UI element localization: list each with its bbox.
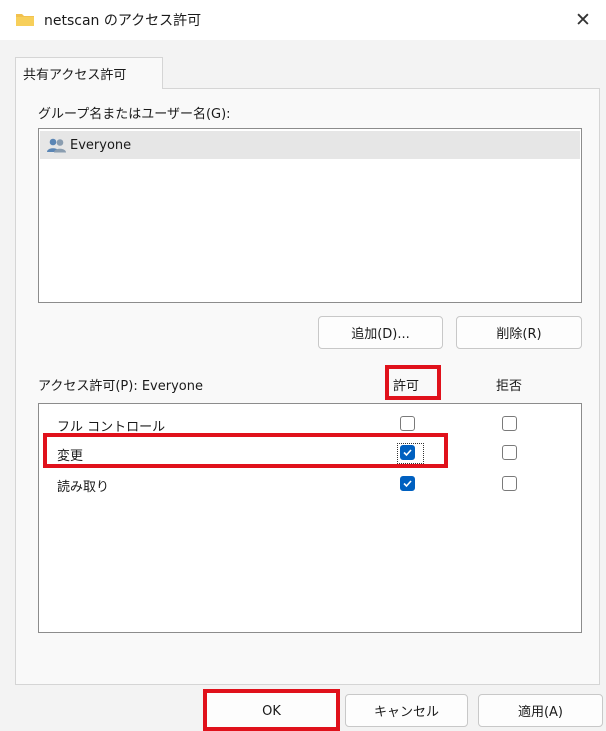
- list-item-everyone[interactable]: Everyone: [40, 131, 580, 159]
- deny-header: 拒否: [496, 379, 523, 394]
- list-item-label: Everyone: [70, 137, 132, 153]
- permission-label: フル コントロール: [57, 420, 166, 435]
- tab-label: 共有アクセス許可: [23, 68, 127, 83]
- permission-label: 変更: [57, 449, 84, 464]
- permission-label: 読み取り: [57, 480, 110, 495]
- close-icon: ✕: [575, 9, 591, 31]
- remove-button[interactable]: 削除(R): [456, 316, 582, 349]
- permissions-list[interactable]: フル コントロール 変更 読み取り: [38, 403, 582, 633]
- deny-checkbox[interactable]: [502, 445, 517, 460]
- tab-share-permissions[interactable]: 共有アクセス許可: [15, 57, 163, 89]
- allow-checkbox[interactable]: [400, 476, 415, 491]
- add-button[interactable]: 追加(D)...: [318, 316, 443, 349]
- allow-header: 許可: [393, 379, 420, 394]
- window-title: netscan のアクセス許可: [44, 13, 202, 29]
- permission-row-change: 変更: [39, 439, 581, 467]
- cancel-button[interactable]: キャンセル: [345, 694, 468, 727]
- group-list-label: グループ名またはユーザー名(G):: [38, 107, 231, 122]
- ok-button[interactable]: OK: [203, 691, 340, 731]
- users-icon: [47, 138, 66, 153]
- folder-icon: [16, 14, 34, 26]
- allow-checkbox[interactable]: [400, 416, 415, 431]
- deny-checkbox[interactable]: [502, 416, 517, 431]
- group-list[interactable]: Everyone: [38, 128, 582, 303]
- permission-row-read: 読み取り: [39, 470, 581, 498]
- permissions-label: アクセス許可(P): Everyone: [38, 379, 203, 394]
- focus-rectangle: [397, 443, 424, 464]
- permission-row-full-control: フル コントロール: [39, 410, 581, 438]
- deny-checkbox[interactable]: [502, 476, 517, 491]
- apply-button[interactable]: 適用(A): [478, 694, 603, 727]
- title-bar: netscan のアクセス許可 ✕: [0, 0, 606, 40]
- close-button[interactable]: ✕: [560, 0, 606, 40]
